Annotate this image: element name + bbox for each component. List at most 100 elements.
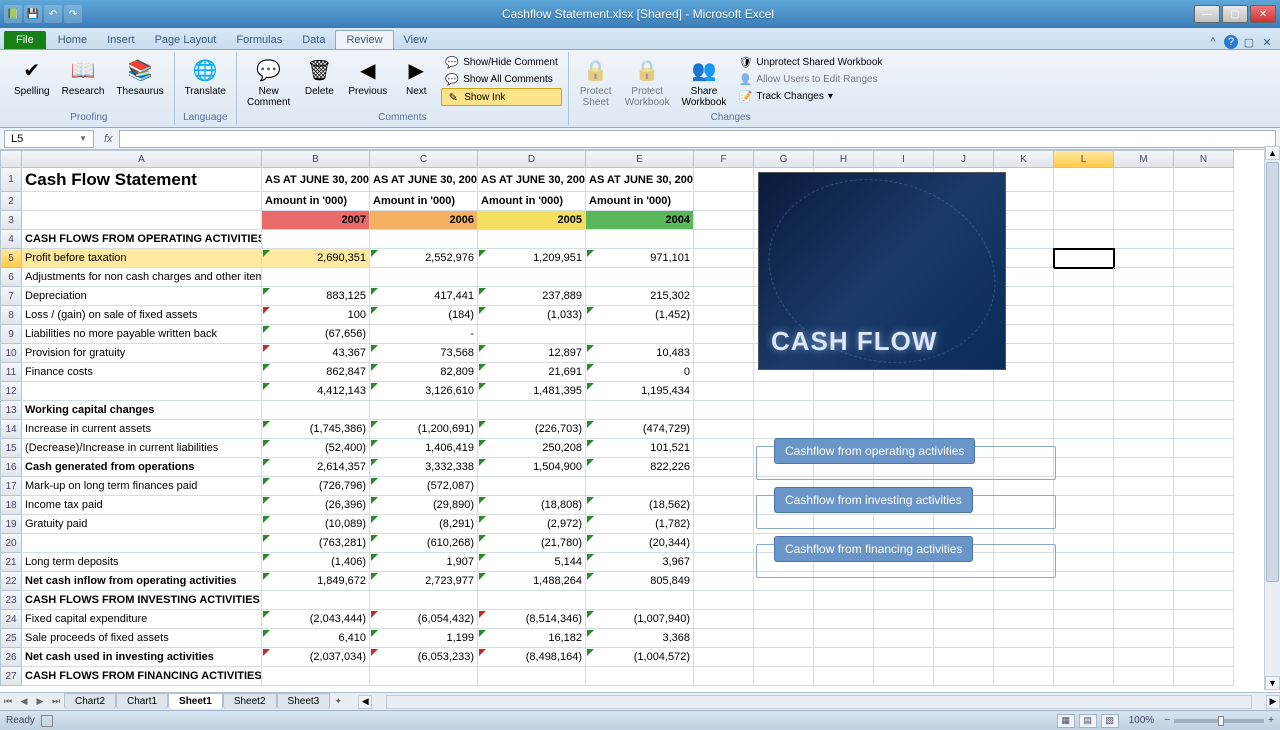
cell-D6[interactable]: [478, 268, 586, 287]
cell-M6[interactable]: [1114, 268, 1174, 287]
scroll-up-arrow[interactable]: ▲: [1265, 146, 1280, 160]
cell-L24[interactable]: [1054, 610, 1114, 629]
cell-C27[interactable]: [370, 667, 478, 686]
cell-D4[interactable]: [478, 230, 586, 249]
close-workbook-icon[interactable]: ✕: [1260, 35, 1274, 49]
row-header-19[interactable]: 19: [0, 515, 22, 534]
cell-H23[interactable]: [814, 591, 874, 610]
prev-sheet-button[interactable]: ◀: [16, 696, 32, 707]
cell-L3[interactable]: [1054, 211, 1114, 230]
cell-F1[interactable]: [694, 168, 754, 192]
cell-L17[interactable]: [1054, 477, 1114, 496]
cell-B21[interactable]: (1,406): [262, 553, 370, 572]
file-tab[interactable]: File: [4, 31, 46, 49]
scroll-left-arrow[interactable]: ◀: [358, 695, 372, 709]
cell-E18[interactable]: (18,562): [586, 496, 694, 515]
cell-D25[interactable]: 16,182: [478, 629, 586, 648]
cell-A25[interactable]: Sale proceeds of fixed assets: [22, 629, 262, 648]
cell-D3[interactable]: 2005: [478, 211, 586, 230]
cell-E10[interactable]: 10,483: [586, 344, 694, 363]
cell-C23[interactable]: [370, 591, 478, 610]
cell-B22[interactable]: 1,849,672: [262, 572, 370, 591]
col-header-F[interactable]: F: [694, 150, 754, 168]
hscroll-track[interactable]: [386, 695, 1252, 709]
cell-F20[interactable]: [694, 534, 754, 553]
cell-B25[interactable]: 6,410: [262, 629, 370, 648]
cell-F16[interactable]: [694, 458, 754, 477]
cell-N3[interactable]: [1174, 211, 1234, 230]
zoom-out-button[interactable]: −: [1164, 715, 1170, 726]
cell-A26[interactable]: Net cash used in investing activities: [22, 648, 262, 667]
cell-N12[interactable]: [1174, 382, 1234, 401]
cell-F19[interactable]: [694, 515, 754, 534]
cell-D27[interactable]: [478, 667, 586, 686]
cell-B9[interactable]: (67,656): [262, 325, 370, 344]
cell-M24[interactable]: [1114, 610, 1174, 629]
next-comment-button[interactable]: ▶Next: [395, 54, 437, 99]
cell-J24[interactable]: [934, 610, 994, 629]
cell-G23[interactable]: [754, 591, 814, 610]
cell-D10[interactable]: 12,897: [478, 344, 586, 363]
cell-N19[interactable]: [1174, 515, 1234, 534]
cell-L11[interactable]: [1054, 363, 1114, 382]
cell-N22[interactable]: [1174, 572, 1234, 591]
cell-B8[interactable]: 100: [262, 306, 370, 325]
cell-B1[interactable]: AS AT JUNE 30, 2007: [262, 168, 370, 192]
cell-L6[interactable]: [1054, 268, 1114, 287]
cell-C14[interactable]: (1,200,691): [370, 420, 478, 439]
cell-L27[interactable]: [1054, 667, 1114, 686]
tab-home[interactable]: Home: [48, 31, 97, 49]
cell-F8[interactable]: [694, 306, 754, 325]
col-header-G[interactable]: G: [754, 150, 814, 168]
cell-A22[interactable]: Net cash inflow from operating activitie…: [22, 572, 262, 591]
maximize-button[interactable]: ▢: [1222, 5, 1248, 23]
cell-B23[interactable]: [262, 591, 370, 610]
cell-D24[interactable]: (8,514,346): [478, 610, 586, 629]
cell-H14[interactable]: [814, 420, 874, 439]
cell-A9[interactable]: Liabilities no more payable written back: [22, 325, 262, 344]
cell-E9[interactable]: [586, 325, 694, 344]
cell-B16[interactable]: 2,614,357: [262, 458, 370, 477]
cell-C4[interactable]: [370, 230, 478, 249]
col-header-M[interactable]: M: [1114, 150, 1174, 168]
cell-E6[interactable]: [586, 268, 694, 287]
col-header-H[interactable]: H: [814, 150, 874, 168]
cell-M19[interactable]: [1114, 515, 1174, 534]
cell-M16[interactable]: [1114, 458, 1174, 477]
cell-E17[interactable]: [586, 477, 694, 496]
cell-A23[interactable]: CASH FLOWS FROM INVESTING ACTIVITIES: [22, 591, 262, 610]
row-header-11[interactable]: 11: [0, 363, 22, 382]
show-ink-button[interactable]: ✎Show Ink: [441, 88, 561, 106]
cell-A21[interactable]: Long term deposits: [22, 553, 262, 572]
cell-E1[interactable]: AS AT JUNE 30, 2005: [586, 168, 694, 192]
col-header-J[interactable]: J: [934, 150, 994, 168]
cell-F7[interactable]: [694, 287, 754, 306]
cell-D18[interactable]: (18,808): [478, 496, 586, 515]
cell-G12[interactable]: [754, 382, 814, 401]
next-sheet-button[interactable]: ▶: [32, 696, 48, 707]
col-header-N[interactable]: N: [1174, 150, 1234, 168]
cell-A1[interactable]: Cash Flow Statement: [22, 168, 262, 192]
cell-J27[interactable]: [934, 667, 994, 686]
cell-M13[interactable]: [1114, 401, 1174, 420]
cell-K27[interactable]: [994, 667, 1054, 686]
cell-N4[interactable]: [1174, 230, 1234, 249]
minimize-button[interactable]: —: [1194, 5, 1220, 23]
cell-C20[interactable]: (610,268): [370, 534, 478, 553]
shape-button-1[interactable]: Cashflow from investing activities: [774, 487, 973, 513]
cell-E11[interactable]: 0: [586, 363, 694, 382]
cell-K12[interactable]: [994, 382, 1054, 401]
cell-C1[interactable]: AS AT JUNE 30, 2006: [370, 168, 478, 192]
cell-H25[interactable]: [814, 629, 874, 648]
row-header-8[interactable]: 8: [0, 306, 22, 325]
cell-L7[interactable]: [1054, 287, 1114, 306]
cell-L26[interactable]: [1054, 648, 1114, 667]
cell-N27[interactable]: [1174, 667, 1234, 686]
col-header-C[interactable]: C: [370, 150, 478, 168]
cell-F12[interactable]: [694, 382, 754, 401]
cell-C11[interactable]: 82,809: [370, 363, 478, 382]
cell-M8[interactable]: [1114, 306, 1174, 325]
cell-J25[interactable]: [934, 629, 994, 648]
cell-D22[interactable]: 1,488,264: [478, 572, 586, 591]
show-hide-comment-button[interactable]: 💬Show/Hide Comment: [441, 54, 561, 70]
